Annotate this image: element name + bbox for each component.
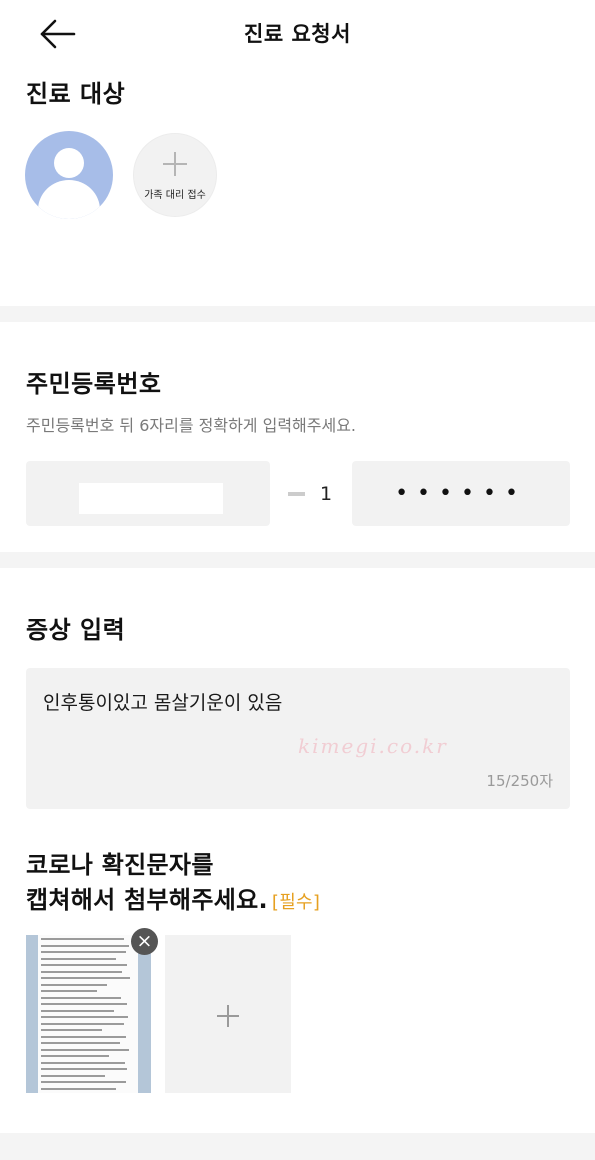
screenshot-preview (38, 935, 138, 1093)
section-divider (0, 306, 595, 322)
attachment-title-line1: 코로나 확진문자를 (26, 851, 214, 879)
symptom-text: 인후통이있고 몸살기운이 있음 (43, 692, 283, 714)
app-header: 진료 요청서 (0, 0, 595, 66)
section-divider (0, 1133, 595, 1160)
add-family-proxy-button[interactable]: 가족 대리 접수 (133, 133, 217, 217)
attachment-title: 코로나 확진문자를 캡쳐해서 첨부해주세요. [필수] (26, 848, 320, 920)
remove-attachment-button[interactable]: × (131, 928, 158, 955)
symptom-textarea[interactable]: 인후통이있고 몸살기운이 있음 kimegi.co.kr 15/250자 (26, 668, 570, 809)
plus-icon (217, 1005, 239, 1027)
section-divider (0, 552, 595, 568)
watermark: kimegi.co.kr (298, 734, 448, 758)
rrn-helper-text: 주민등록번호 뒤 6자리를 정확하게 입력해주세요. (26, 416, 357, 435)
rrn-back-field[interactable]: •••••• (352, 461, 570, 526)
patient-avatar[interactable] (25, 131, 113, 219)
patient-section-title: 진료 대상 (26, 80, 126, 108)
rrn-front-redaction (79, 483, 223, 514)
char-counter: 15/250자 (486, 772, 553, 790)
page-title: 진료 요청서 (244, 22, 351, 46)
symptom-section-title: 증상 입력 (26, 616, 126, 644)
attached-image-thumbnail[interactable] (26, 935, 151, 1093)
close-icon: × (136, 930, 153, 952)
plus-icon (163, 152, 187, 176)
rrn-section-title: 주민등록번호 (26, 370, 162, 398)
required-badge: [필수] (271, 892, 321, 913)
rrn-front-field[interactable] (26, 461, 270, 526)
add-family-label: 가족 대리 접수 (144, 190, 206, 201)
add-attachment-button[interactable] (165, 935, 291, 1093)
rrn-separator (288, 492, 305, 496)
rrn-back-first-digit: 1 (320, 483, 333, 505)
attachment-title-line2: 캡쳐해서 첨부해주세요. (26, 886, 268, 914)
